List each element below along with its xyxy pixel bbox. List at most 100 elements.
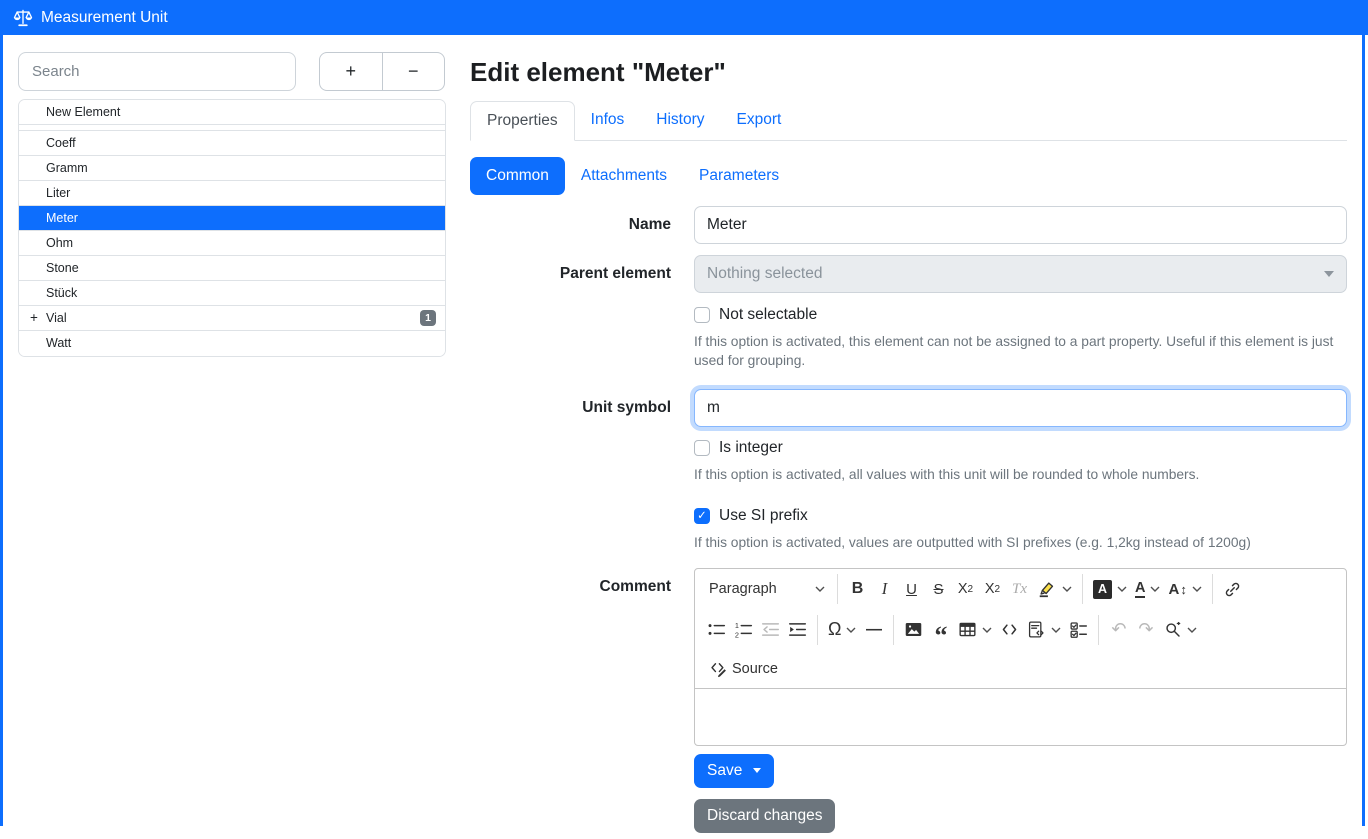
pill-bar: Common Attachments Parameters [470,157,1347,195]
list-item-selected[interactable]: Meter [19,206,445,231]
expand-all-button[interactable]: + [319,52,383,91]
outdent-button[interactable] [757,615,784,645]
undo-button[interactable]: ↶ [1105,615,1132,645]
unit-symbol-input[interactable] [694,389,1347,427]
pill-attachments[interactable]: Attachments [565,157,683,195]
navbar: Measurement Unit [0,0,1368,35]
chevron-down-icon [1150,586,1160,592]
insert-image-button[interactable] [900,615,927,645]
chevron-down-icon [1192,586,1202,592]
list-item-label: New Element [46,105,120,119]
parent-element-value: Nothing selected [707,265,822,283]
underline-button[interactable]: U [898,574,925,604]
collapse-all-button[interactable]: − [382,52,446,91]
insert-table-button[interactable] [954,615,996,645]
is-integer-checkbox[interactable] [694,440,710,456]
svg-text:1: 1 [735,621,739,630]
block-quote-button[interactable]: “ [927,615,954,645]
subscript-button[interactable]: X2 [952,574,979,604]
list-item-label: Liter [46,186,70,200]
app-title: Measurement Unit [41,9,168,27]
toolbar-separator [893,615,894,645]
toolbar-separator [1212,574,1213,604]
special-characters-button[interactable]: Ω [824,615,860,645]
chevron-down-icon [1187,627,1197,633]
link-button[interactable] [1219,574,1246,604]
is-integer-help: If this option is activated, all values … [694,466,1347,485]
code-block-button[interactable] [1023,615,1065,645]
tab-bar: Properties Infos History Export [470,101,1347,141]
toolbar-separator [837,574,838,604]
list-item-label: Stone [46,261,79,275]
not-selectable-checkbox[interactable] [694,307,710,323]
horizontal-line-button[interactable]: — [860,615,887,645]
list-item[interactable]: Stone [19,256,445,281]
editor-toolbar-row-3: Source [695,650,1346,688]
numbered-list-button[interactable]: 1 2 [730,615,757,645]
list-item[interactable]: Stück [19,281,445,306]
list-item[interactable]: Liter [19,181,445,206]
remove-format-button[interactable]: Tx [1006,574,1033,604]
chevron-down-icon [846,627,856,633]
code-button[interactable] [996,615,1023,645]
source-button[interactable]: Source [703,654,784,684]
font-background-button[interactable]: A [1089,574,1131,604]
expand-node-icon[interactable]: + [30,306,38,330]
list-item-label: Coeff [46,136,76,150]
list-item-label: Stück [46,286,77,300]
italic-button[interactable]: I [871,574,898,604]
bold-button[interactable]: B [844,574,871,604]
find-replace-button[interactable] [1159,615,1201,645]
paragraph-dropdown[interactable]: Paragraph [703,574,831,604]
font-color-button[interactable]: A [1131,574,1164,604]
discard-changes-button[interactable]: Discard changes [694,799,835,833]
bulleted-list-button[interactable] [703,615,730,645]
redo-button[interactable]: ↷ [1132,615,1159,645]
tab-infos[interactable]: Infos [575,101,641,140]
superscript-button[interactable]: X2 [979,574,1006,604]
list-item[interactable]: Coeff [19,131,445,156]
window-border-right [1362,35,1365,826]
highlight-button[interactable] [1033,574,1076,604]
list-item[interactable]: Gramm [19,156,445,181]
si-prefix-label: Use SI prefix [719,507,808,525]
chevron-down-icon [1062,586,1072,592]
chevron-down-icon [1324,271,1334,277]
pill-parameters[interactable]: Parameters [683,157,795,195]
si-prefix-help: If this option is activated, values are … [694,534,1347,553]
main-panel: Edit element "Meter" Properties Infos Hi… [470,57,1347,833]
chevron-down-icon [815,586,825,592]
list-item-new-element[interactable]: New Element [19,100,445,125]
name-input[interactable] [694,206,1347,244]
list-item[interactable]: Ohm [19,231,445,256]
not-selectable-label: Not selectable [719,306,817,324]
list-item[interactable]: Watt [19,331,445,356]
toolbar-separator [1082,574,1083,604]
editor-toolbar-row-1: Paragraph B I U S X2 X2 Tx [695,569,1346,610]
todo-list-button[interactable] [1065,615,1092,645]
comment-label: Comment [470,568,671,606]
tab-history[interactable]: History [640,101,720,140]
tab-properties[interactable]: Properties [470,101,575,141]
name-label: Name [470,206,671,244]
unit-symbol-label: Unit symbol [470,389,671,427]
svg-text:2: 2 [735,630,739,639]
pill-common[interactable]: Common [470,157,565,195]
si-prefix-checkbox[interactable]: ✓ [694,508,710,524]
toolbar-separator [1098,615,1099,645]
list-item-label: Watt [46,336,71,350]
font-size-button[interactable]: A ↕ [1164,574,1205,604]
chevron-down-icon [982,627,992,633]
search-input[interactable] [18,52,296,91]
editor-content-area[interactable] [695,688,1346,745]
parent-element-select[interactable]: Nothing selected [694,255,1347,293]
save-button[interactable]: Save [694,754,774,788]
list-item-vial[interactable]: + Vial 1 [19,306,445,331]
list-item-label: Gramm [46,161,88,175]
indent-button[interactable] [784,615,811,645]
element-list: New Element Coeff Gramm Liter Meter Ohm … [18,99,446,357]
tab-export[interactable]: Export [721,101,798,140]
list-item-label: Vial [46,311,67,325]
strikethrough-button[interactable]: S [925,574,952,604]
save-dropdown-caret-icon[interactable] [753,768,761,773]
